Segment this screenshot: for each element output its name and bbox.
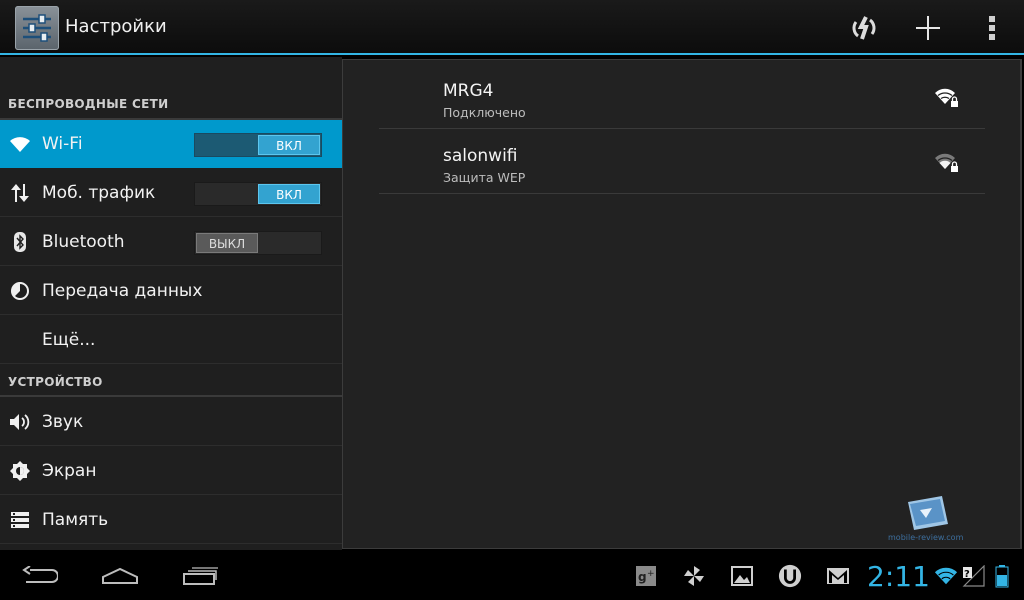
gmail-icon[interactable] — [826, 564, 850, 588]
svg-text:+: + — [647, 569, 655, 579]
sidebar-item-mobile-traffic[interactable]: Моб. трафик ВКЛ — [0, 169, 342, 217]
wifi-networks-pane: MRG4 Подключено salonwifi Защита WEP — [342, 59, 1022, 549]
storage-icon — [8, 508, 32, 532]
sidebar-item-more[interactable]: Ещё... — [0, 316, 342, 364]
network-status: Защита WEP — [443, 170, 526, 185]
network-item-mrg4[interactable]: MRG4 Подключено — [379, 64, 985, 129]
sidebar-item-screen[interactable]: Экран — [0, 447, 342, 495]
add-button[interactable] — [906, 6, 950, 50]
wifi-toggle[interactable]: ВКЛ — [194, 133, 322, 157]
data-transfer-icon — [8, 181, 32, 205]
sync-icon — [852, 16, 876, 40]
sidebar-item-bluetooth[interactable]: Bluetooth ВЫКЛ — [0, 218, 342, 266]
page-title: Настройки — [65, 16, 167, 37]
sidebar-item-label: Моб. трафик — [42, 183, 156, 203]
add-icon — [916, 16, 940, 40]
svg-text:?: ? — [964, 569, 970, 580]
gallery-icon[interactable] — [730, 564, 754, 588]
sidebar-item-sound[interactable]: Звук — [0, 398, 342, 446]
bluetooth-icon — [8, 230, 32, 254]
sidebar-item-label: Память — [42, 510, 109, 530]
pinwheel-icon[interactable] — [682, 564, 706, 588]
wifi-signal-lock-icon — [935, 88, 958, 107]
sidebar-item-label: Ещё... — [42, 330, 96, 350]
clock[interactable]: 2:11 — [867, 560, 930, 593]
data-usage-icon — [8, 279, 32, 303]
section-header-device: УСТРОЙСТВО — [8, 375, 103, 389]
sidebar-item-label: Wi-Fi — [42, 134, 83, 154]
speaker-icon — [8, 410, 32, 434]
network-ssid: MRG4 — [443, 81, 494, 101]
section-divider — [0, 395, 342, 397]
section-header-wireless: БЕСПРОВОДНЫЕ СЕТИ — [8, 97, 169, 111]
wifi-status-icon[interactable] — [934, 564, 958, 588]
toggle-thumb: ВЫКЛ — [196, 233, 258, 253]
sidebar-item-storage[interactable]: Память — [0, 496, 342, 544]
recent-apps-icon — [183, 567, 218, 585]
sidebar-item-label: Bluetooth — [42, 232, 125, 252]
sidebar-item-label: Звук — [42, 412, 84, 432]
battery-icon[interactable] — [990, 564, 1014, 588]
home-icon — [102, 567, 138, 584]
wifi-icon — [8, 132, 32, 156]
overflow-menu-button[interactable] — [970, 6, 1014, 50]
system-bar: g + 2:11 ? — [0, 552, 1024, 600]
wifi-signal-lock-icon — [935, 153, 958, 172]
utorrent-icon[interactable] — [778, 564, 802, 588]
overflow-menu-icon — [989, 16, 995, 40]
sidebar-item-wifi[interactable]: Wi-Fi ВКЛ — [0, 120, 342, 168]
network-ssid: salonwifi — [443, 146, 518, 166]
home-button[interactable] — [90, 560, 150, 592]
settings-sliders-icon[interactable] — [15, 6, 59, 50]
toggle-thumb: ВКЛ — [258, 135, 320, 155]
recent-apps-button[interactable] — [170, 560, 230, 592]
google-plus-icon[interactable]: g + — [634, 564, 658, 588]
network-status: Подключено — [443, 105, 526, 120]
sidebar-item-data-usage[interactable]: Передача данных — [0, 267, 342, 315]
brightness-icon — [8, 459, 32, 483]
back-button[interactable] — [10, 560, 70, 592]
sync-button[interactable] — [842, 6, 886, 50]
action-bar: Настройки — [0, 0, 1024, 55]
settings-list: БЕСПРОВОДНЫЕ СЕТИ Wi-Fi ВКЛ Моб. трафик … — [0, 57, 342, 550]
sidebar-item-label: Экран — [42, 461, 97, 481]
back-icon — [22, 566, 58, 583]
network-item-salonwifi[interactable]: salonwifi Защита WEP — [379, 129, 985, 194]
watermark-text: mobile-review.com — [888, 533, 964, 542]
sidebar-item-label: Передача данных — [42, 281, 203, 301]
toggle-thumb: ВКЛ — [258, 184, 320, 204]
mobile-traffic-toggle[interactable]: ВКЛ — [194, 182, 322, 206]
svg-text:g: g — [638, 570, 647, 584]
mobile-signal-icon[interactable]: ? — [962, 564, 986, 588]
bluetooth-toggle[interactable]: ВЫКЛ — [194, 231, 322, 255]
